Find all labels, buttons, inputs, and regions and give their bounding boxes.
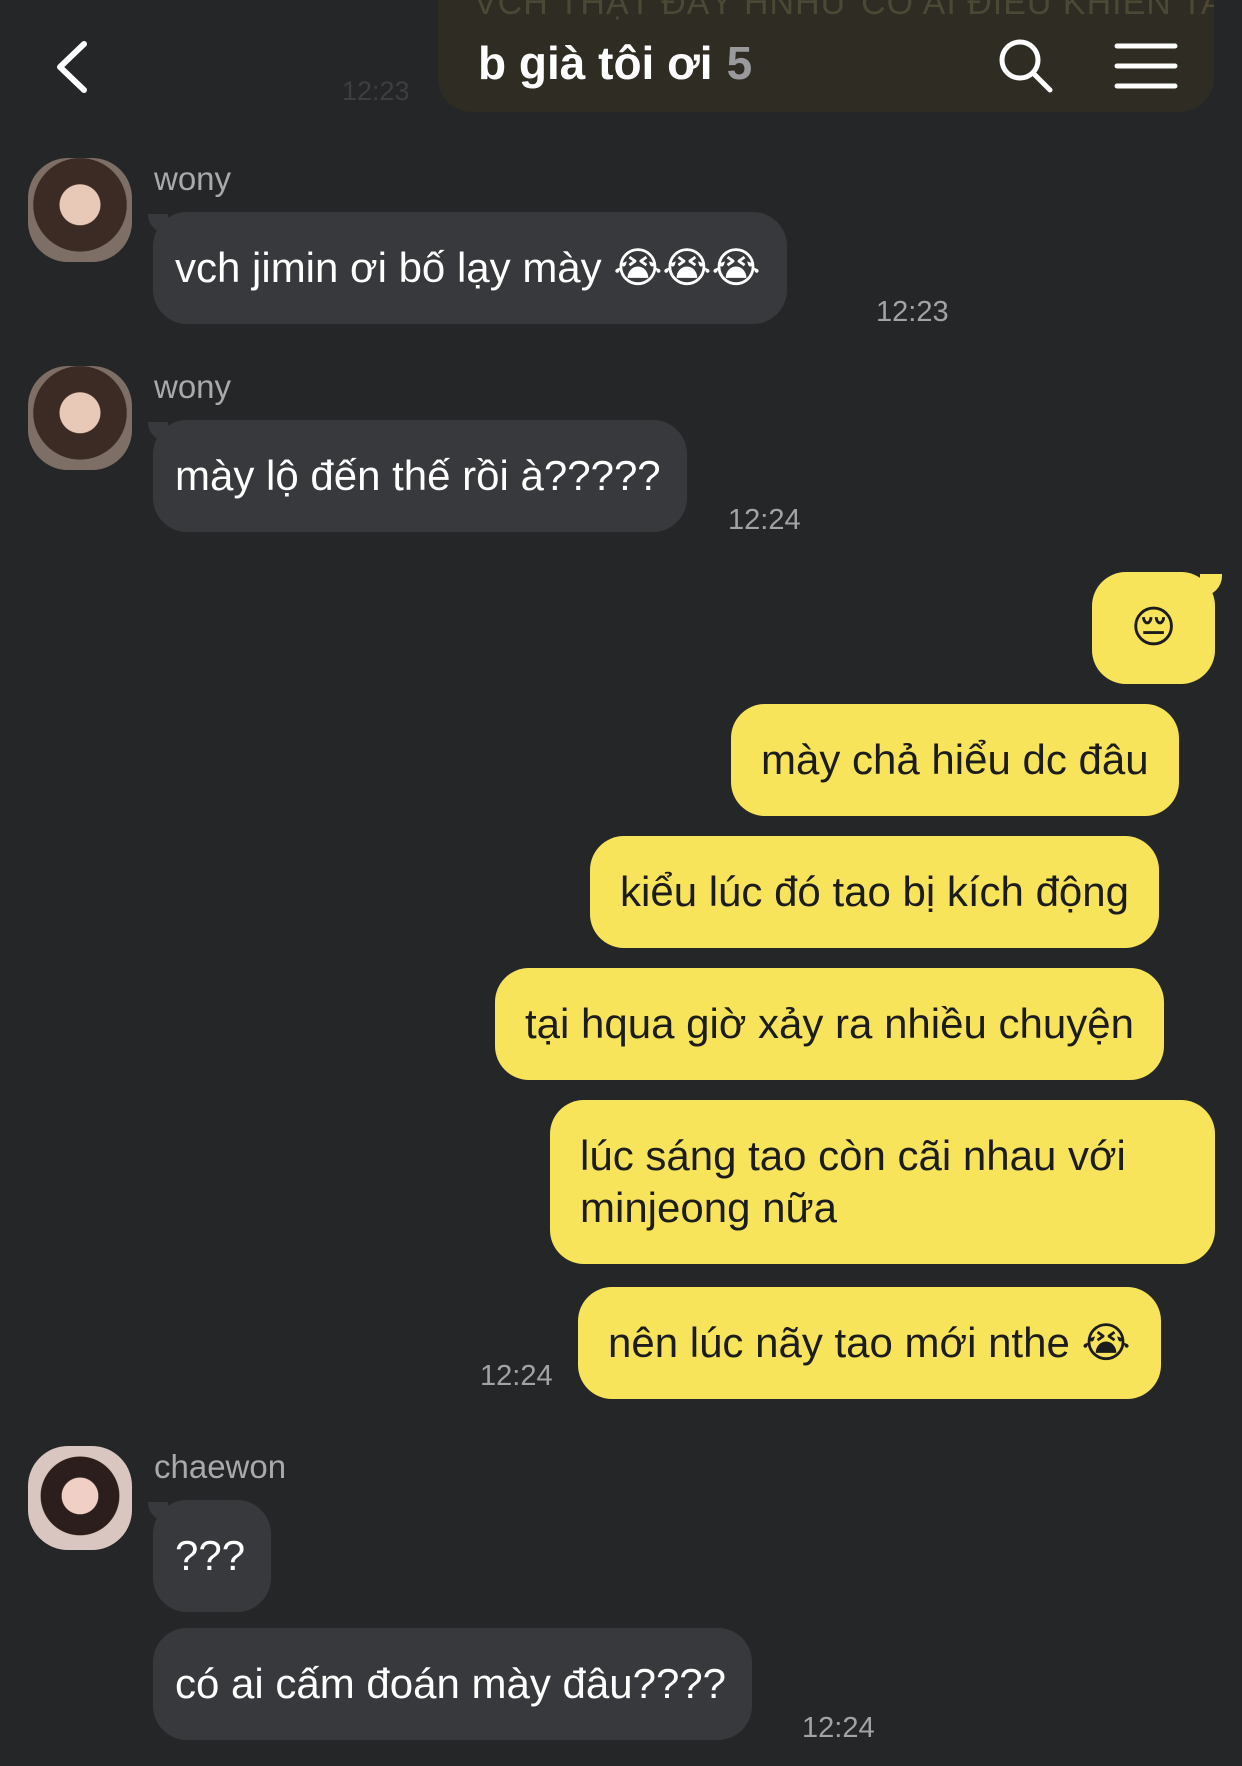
outgoing-message-bubble[interactable]: 😔 bbox=[1092, 572, 1215, 684]
avatar-wony[interactable] bbox=[28, 158, 132, 262]
message-time: 12:24 bbox=[802, 1712, 875, 1744]
chat-title: b già tôi ơi 5 bbox=[478, 36, 752, 90]
message-text: ??? bbox=[175, 1532, 246, 1579]
member-count: 5 bbox=[726, 37, 753, 89]
back-button[interactable] bbox=[52, 36, 106, 98]
message-time: 12:24 bbox=[480, 1360, 553, 1392]
incoming-message-bubble[interactable]: vch jimin ơi bố lạy mày 😭😭😭 bbox=[153, 212, 787, 324]
chat-header: VCH THẬT ĐẤY HNHƯ CÓ AI ĐIỀU KHIỂN TAO 1… bbox=[0, 0, 1242, 120]
chevron-left-icon bbox=[57, 41, 87, 93]
incoming-message-bubble[interactable]: ??? bbox=[153, 1500, 272, 1612]
scrolled-message-text: VCH THẬT ĐẤY HNHƯ CÓ AI ĐIỀU KHIỂN TAO bbox=[474, 0, 1214, 22]
menu-button[interactable] bbox=[1114, 40, 1178, 92]
message-text: vch jimin ơi bố lạy mày 😭😭😭 bbox=[175, 244, 761, 291]
sender-name: chaewon bbox=[154, 1448, 287, 1485]
message-text: nên lúc nãy tao mới nthe 😭 bbox=[608, 1319, 1131, 1366]
outgoing-message-bubble[interactable]: mày chả hiểu dc đâu bbox=[731, 704, 1179, 816]
sender-name: wony bbox=[154, 368, 232, 405]
scrolled-message-time: 12:23 bbox=[342, 76, 410, 106]
incoming-message-bubble[interactable]: có ai cấm đoán mày đâu???? bbox=[153, 1628, 753, 1740]
message-text: mày lộ đến thế rồi à????? bbox=[175, 452, 661, 499]
hamburger-menu-icon bbox=[1114, 43, 1178, 89]
message-time: 12:23 bbox=[876, 296, 949, 328]
message-text: kiểu lúc đó tao bị kích động bbox=[620, 868, 1130, 915]
outgoing-message-bubble[interactable]: lúc sáng tao còn cãi nhau với minjeong n… bbox=[550, 1100, 1215, 1264]
message-text: mày chả hiểu dc đâu bbox=[761, 736, 1149, 783]
search-button[interactable] bbox=[996, 36, 1056, 96]
search-icon bbox=[999, 39, 1053, 93]
message-text: có ai cấm đoán mày đâu???? bbox=[175, 1660, 727, 1707]
message-time: 12:24 bbox=[728, 504, 801, 536]
avatar-chaewon[interactable] bbox=[28, 1446, 132, 1550]
avatar-wony[interactable] bbox=[28, 366, 132, 470]
message-text-line: lúc sáng tao còn cãi nhau với bbox=[580, 1132, 1126, 1179]
chat-name: b già tôi ơi bbox=[478, 37, 713, 89]
message-text-line: minjeong nữa bbox=[580, 1184, 837, 1231]
sender-name: wony bbox=[154, 160, 232, 197]
message-text: tại hqua giờ xảy ra nhiều chuyện bbox=[525, 1000, 1134, 1047]
outgoing-message-bubble[interactable]: nên lúc nãy tao mới nthe 😭 bbox=[578, 1287, 1161, 1399]
incoming-message-bubble[interactable]: mày lộ đến thế rồi à????? bbox=[153, 420, 687, 532]
outgoing-message-bubble[interactable]: kiểu lúc đó tao bị kích động bbox=[590, 836, 1160, 948]
outgoing-message-bubble[interactable]: tại hqua giờ xảy ra nhiều chuyện bbox=[495, 968, 1164, 1080]
pensive-face-emoji: 😔 bbox=[1130, 602, 1177, 653]
